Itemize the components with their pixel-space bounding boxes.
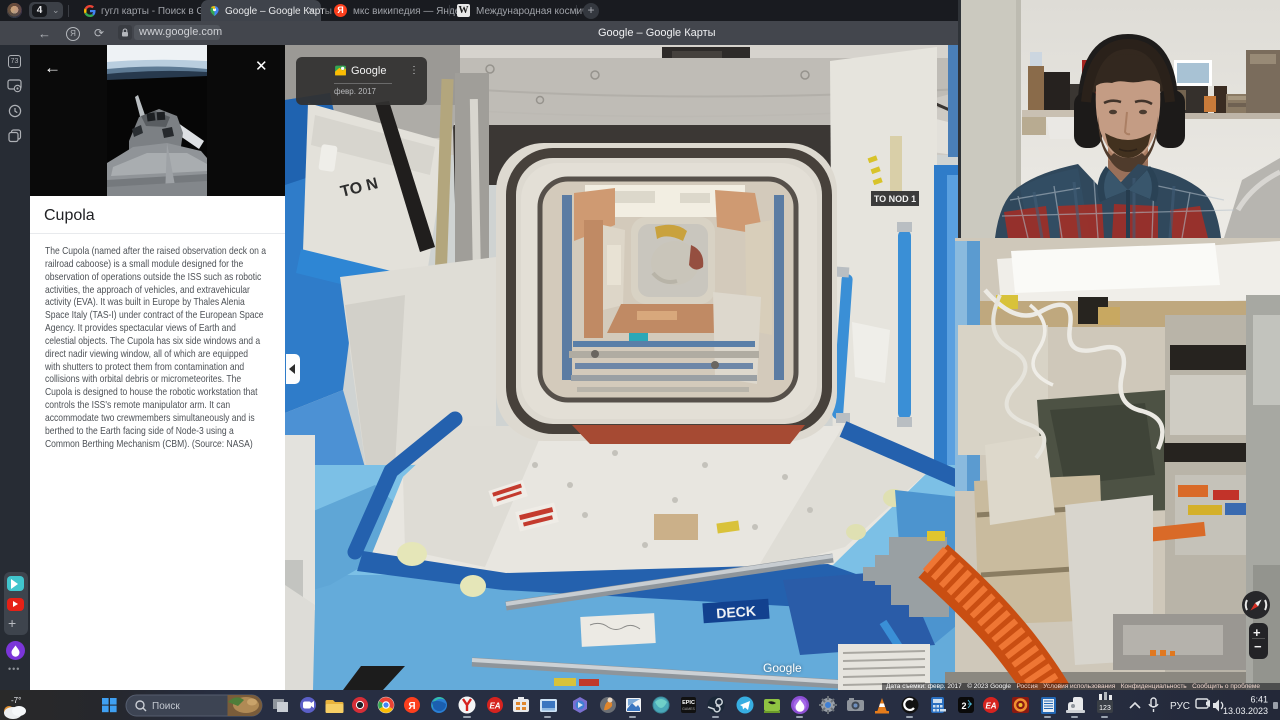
svg-text:TO NOD 1: TO NOD 1 [874, 194, 916, 204]
svg-text:-7°: -7° [11, 696, 21, 705]
svg-text:DECK: DECK [716, 603, 757, 622]
svg-text:Я: Я [408, 701, 415, 712]
svg-text:РУС: РУС [1170, 701, 1190, 712]
svg-text:Поиск: Поиск [152, 701, 180, 712]
svg-text:2: 2 [961, 701, 966, 711]
svg-text:13.03.2023: 13.03.2023 [1223, 706, 1268, 716]
svg-text:EA: EA [985, 702, 996, 711]
svg-text:6:41: 6:41 [1250, 695, 1268, 705]
svg-text:EA: EA [489, 702, 500, 711]
svg-text:123: 123 [1099, 705, 1111, 712]
svg-text:EPIC: EPIC [682, 700, 695, 706]
svg-text:GAMES: GAMES [682, 707, 695, 711]
